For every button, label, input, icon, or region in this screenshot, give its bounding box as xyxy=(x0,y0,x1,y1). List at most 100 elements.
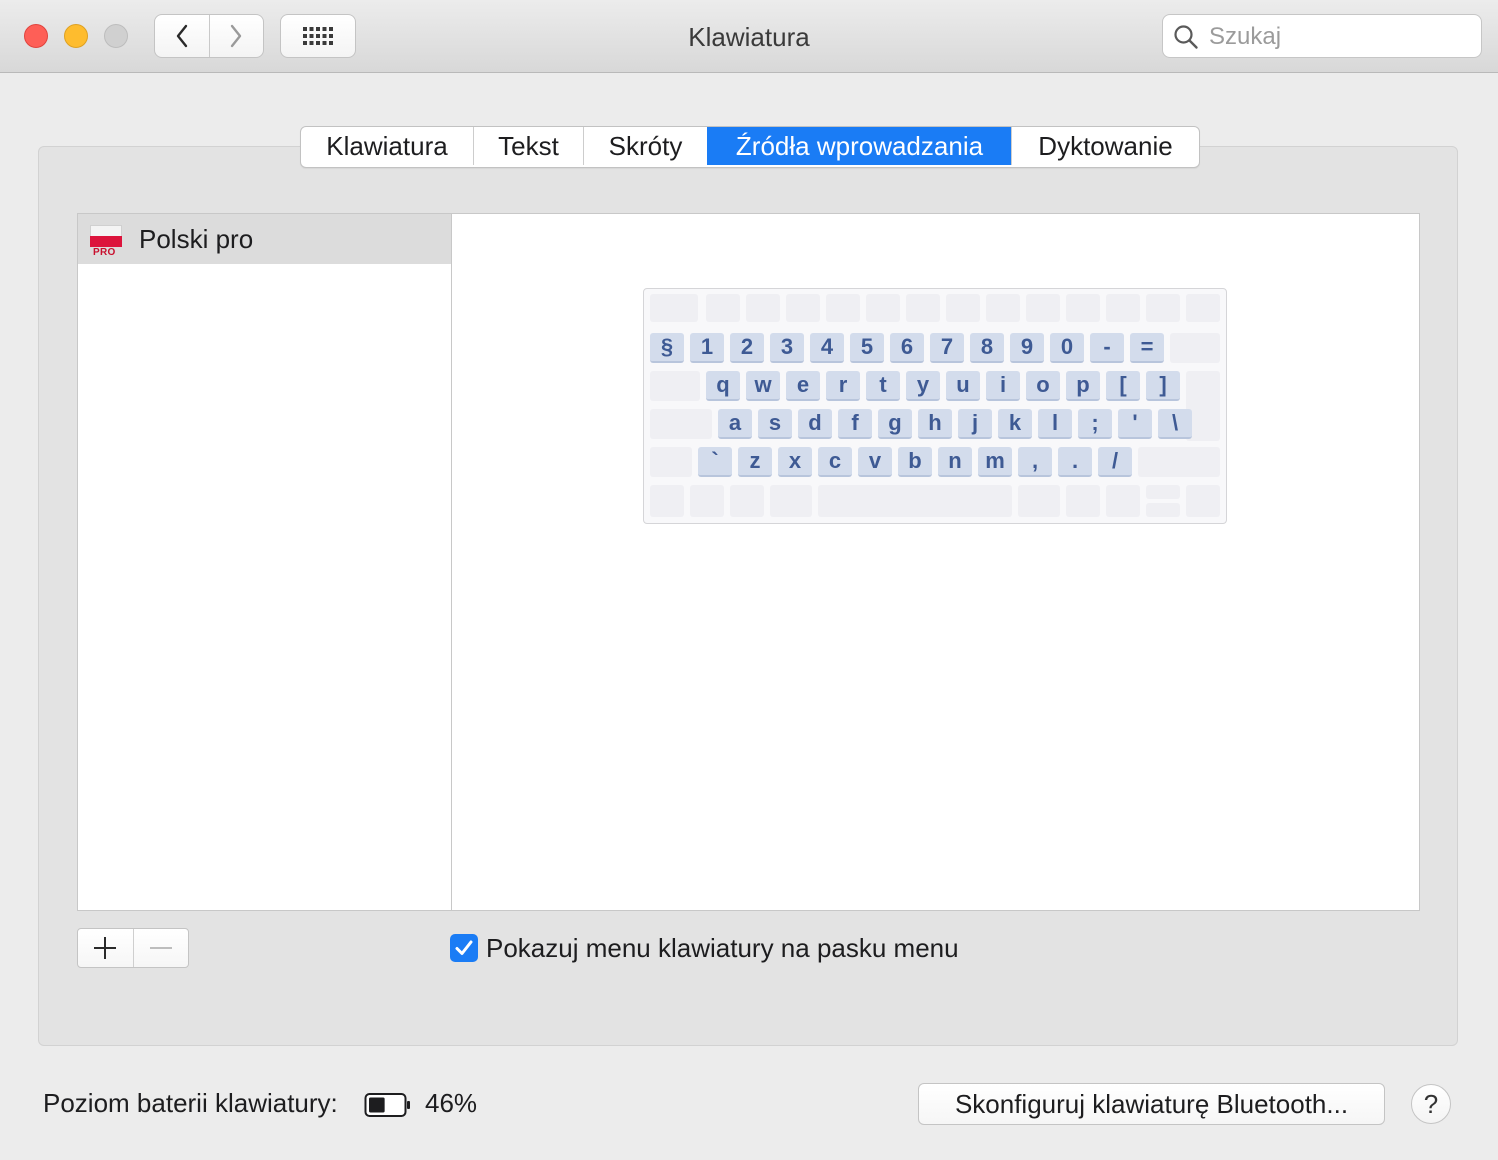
navigation-buttons xyxy=(154,14,264,58)
keyboard-key: 0 xyxy=(1050,333,1084,363)
tab-skroty[interactable]: Skróty xyxy=(583,127,707,165)
show-menu-checkbox[interactable] xyxy=(450,934,478,962)
chevron-right-icon xyxy=(231,24,242,48)
grid-icon xyxy=(303,27,333,45)
tab-klawiatura[interactable]: Klawiatura xyxy=(301,127,473,165)
keyboard-key: - xyxy=(1090,333,1124,363)
keyboard-key: h xyxy=(918,409,952,439)
checkmark-icon xyxy=(455,940,473,955)
keyboard-key: ; xyxy=(1078,409,1112,439)
keyboard-key: j xyxy=(958,409,992,439)
help-button[interactable]: ? xyxy=(1411,1084,1451,1124)
keyboard-key-blank xyxy=(650,485,684,517)
keyboard-key-blank xyxy=(786,294,820,322)
keyboard-key: 5 xyxy=(850,333,884,363)
zoom-window-button[interactable] xyxy=(104,24,128,48)
keyboard-key-blank xyxy=(906,294,940,322)
search-icon xyxy=(1174,25,1198,49)
input-source-label: Polski pro xyxy=(139,224,254,254)
keyboard-key-blank xyxy=(706,294,740,322)
keyboard-key: z xyxy=(738,447,772,477)
minus-icon xyxy=(149,947,172,949)
list-item-polski-pro[interactable]: PRO Polski pro xyxy=(78,214,451,264)
keyboard-key: k xyxy=(998,409,1032,439)
poland-flag-icon: PRO xyxy=(90,225,122,258)
keyboard-key: q xyxy=(706,371,740,401)
minimize-window-button[interactable] xyxy=(64,24,88,48)
tab-dyktowanie[interactable]: Dyktowanie xyxy=(1011,127,1199,165)
keyboard-key: 7 xyxy=(930,333,964,363)
keyboard-key-blank xyxy=(1186,485,1220,517)
keyboard-key: p xyxy=(1066,371,1100,401)
keyboard-key-blank xyxy=(690,485,724,517)
search-field[interactable] xyxy=(1162,14,1482,58)
keyboard-key: y xyxy=(906,371,940,401)
keyboard-key-blank xyxy=(818,485,1012,517)
keyboard-key: e xyxy=(786,371,820,401)
keyboard-key: d xyxy=(798,409,832,439)
keyboard-key: u xyxy=(946,371,980,401)
keyboard-key-blank xyxy=(770,485,812,517)
keyboard-key: / xyxy=(1098,447,1132,477)
add-remove-control xyxy=(77,928,189,968)
add-source-button[interactable] xyxy=(78,929,133,967)
keyboard-key: , xyxy=(1018,447,1052,477)
keyboard-key: l xyxy=(1038,409,1072,439)
keyboard-key: i xyxy=(986,371,1020,401)
keyboard-key: 8 xyxy=(970,333,1004,363)
tab-zrodla-wprowadzania[interactable]: Źródła wprowadzania xyxy=(707,127,1011,165)
forward-button[interactable] xyxy=(208,15,264,57)
keyboard-key-blank xyxy=(826,294,860,322)
tab-bar: Klawiatura Tekst Skróty Źródła wprowadza… xyxy=(300,126,1200,168)
keyboard-key: 6 xyxy=(890,333,924,363)
keyboard-key-blank xyxy=(1146,485,1180,499)
flag-badge: PRO xyxy=(93,247,116,258)
battery-level-label: Poziom baterii klawiatury: xyxy=(43,1088,338,1118)
keyboard-key-blank xyxy=(946,294,980,322)
keyboard-key: ` xyxy=(698,447,732,477)
keyboard-key-blank xyxy=(1066,294,1100,322)
keyboard-key-blank xyxy=(746,294,780,322)
keyboard-key: 1 xyxy=(690,333,724,363)
keyboard-key-blank xyxy=(986,294,1020,322)
keyboard-key-blank xyxy=(1186,294,1220,322)
keyboard-key-blank xyxy=(1026,294,1060,322)
setup-bluetooth-keyboard-button[interactable]: Skonfiguruj klawiaturę Bluetooth... xyxy=(918,1083,1385,1125)
keyboard-key: 3 xyxy=(770,333,804,363)
keyboard-key-blank xyxy=(1018,485,1060,517)
keyboard-key: m xyxy=(978,447,1012,477)
keyboard-key-blank xyxy=(650,294,698,322)
tab-tekst[interactable]: Tekst xyxy=(473,127,583,165)
keyboard-key: f xyxy=(838,409,872,439)
show-menu-option: Pokazuj menu klawiatury na pasku menu xyxy=(450,932,959,964)
keyboard-key: o xyxy=(1026,371,1060,401)
keyboard-key: 2 xyxy=(730,333,764,363)
keyboard-key: ' xyxy=(1118,409,1152,439)
keyboard-key: a xyxy=(718,409,752,439)
remove-source-button[interactable] xyxy=(132,929,189,967)
keyboard-key-blank xyxy=(1066,485,1100,517)
keyboard-key: 4 xyxy=(810,333,844,363)
keyboard-key-blank xyxy=(1146,294,1180,322)
plus-icon xyxy=(94,937,117,959)
keyboard-key: t xyxy=(866,371,900,401)
keyboard-key: r xyxy=(826,371,860,401)
keyboard-key: s xyxy=(758,409,792,439)
keyboard-key-blank xyxy=(1138,447,1220,477)
search-input[interactable] xyxy=(1207,21,1471,53)
back-button[interactable] xyxy=(155,15,209,57)
keyboard-key-blank xyxy=(650,409,712,439)
keyboard-key: = xyxy=(1130,333,1164,363)
keyboard-key: w xyxy=(746,371,780,401)
keyboard-key-blank xyxy=(730,485,764,517)
battery-icon xyxy=(364,1093,410,1117)
input-sources-list[interactable]: PRO Polski pro xyxy=(77,213,452,911)
close-window-button[interactable] xyxy=(24,24,48,48)
keyboard-key-blank xyxy=(1146,503,1180,517)
keyboard-key: § xyxy=(650,333,684,363)
keyboard-key: ] xyxy=(1146,371,1180,401)
keyboard-key-blank xyxy=(650,447,692,477)
keyboard-key: 9 xyxy=(1010,333,1044,363)
title-bar: Klawiatura xyxy=(0,0,1498,73)
show-all-button[interactable] xyxy=(280,14,356,58)
